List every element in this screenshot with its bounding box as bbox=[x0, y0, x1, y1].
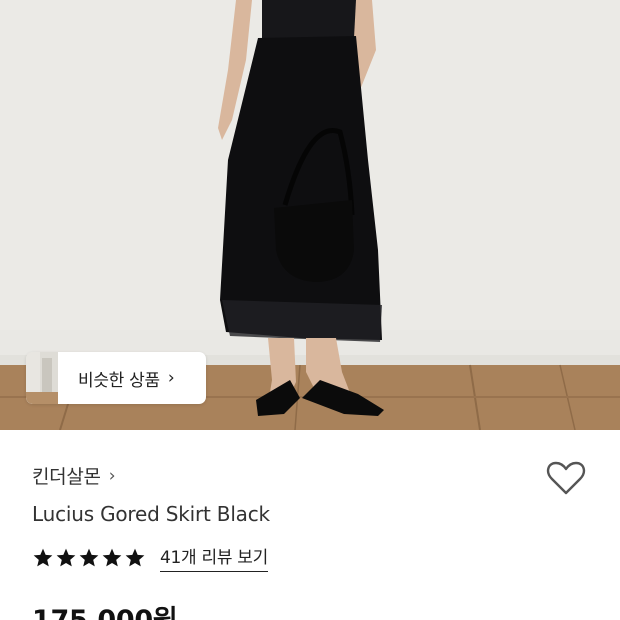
product-name: Lucius Gored Skirt Black bbox=[32, 502, 270, 526]
product-photo[interactable]: 비슷한 상품 › bbox=[0, 0, 620, 430]
star-icon bbox=[79, 548, 99, 566]
heart-outline-icon[interactable] bbox=[546, 460, 586, 496]
chevron-right-icon: › bbox=[108, 465, 116, 486]
star-icon bbox=[56, 548, 76, 566]
reviews-link[interactable]: 41개 리뷰 보기 bbox=[160, 543, 268, 572]
brand-name: 킨더살몬 bbox=[32, 466, 101, 488]
similar-products-label: 비슷한 상품 bbox=[78, 370, 160, 391]
product-info: 킨더살몬 › Lucius Gored Skirt Black 41개 리뷰 보… bbox=[0, 430, 620, 620]
rating-stars bbox=[32, 547, 146, 569]
rating-row: 41개 리뷰 보기 bbox=[32, 543, 268, 572]
star-icon bbox=[102, 548, 122, 566]
similar-products-thumbnail bbox=[26, 352, 58, 404]
similar-products-button[interactable]: 비슷한 상품 › bbox=[26, 352, 206, 404]
star-icon bbox=[125, 548, 145, 566]
star-icon bbox=[33, 548, 53, 566]
brand-link[interactable]: 킨더살몬 › bbox=[32, 462, 116, 489]
chevron-right-icon: › bbox=[167, 368, 175, 388]
product-price: 175,000원 bbox=[32, 598, 178, 620]
